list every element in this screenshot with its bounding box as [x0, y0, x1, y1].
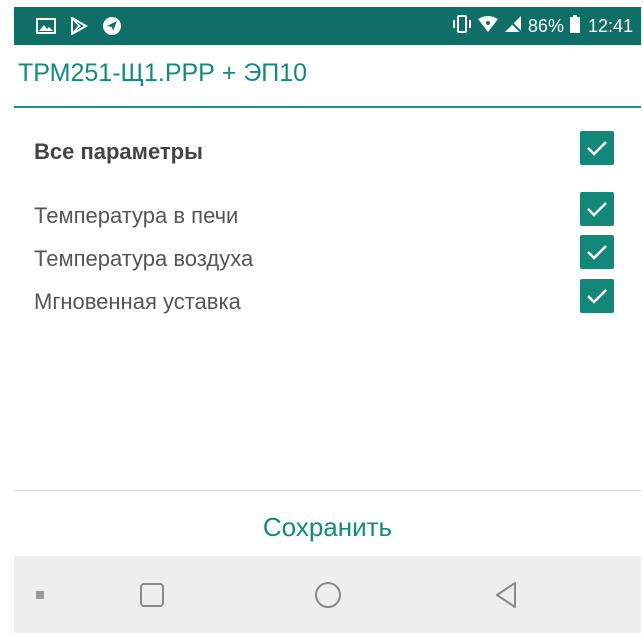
- menu-dot-icon[interactable]: [30, 556, 50, 633]
- list-item-label: Температура в печи: [34, 203, 239, 228]
- app-header: ТРМ251-Щ1.РРР + ЭП10: [14, 45, 641, 108]
- list-item-checkbox[interactable]: [580, 235, 614, 269]
- battery-icon: [569, 15, 580, 38]
- battery-percent: 86%: [527, 16, 564, 36]
- list-item-label: Температура воздуха: [34, 246, 254, 271]
- back-triangle-icon[interactable]: [480, 556, 532, 633]
- list-item-checkbox[interactable]: [580, 279, 614, 313]
- check-icon: [587, 141, 607, 156]
- list-item[interactable]: Температура воздуха: [14, 234, 641, 278]
- footer-divider: [14, 490, 641, 491]
- status-time: 12:41: [587, 16, 633, 36]
- list-item[interactable]: Температура в печи: [14, 190, 641, 234]
- check-icon: [587, 202, 607, 217]
- vibrate-icon: [452, 15, 472, 38]
- wifi-icon: [477, 16, 498, 37]
- play-store-icon: [70, 16, 89, 40]
- nav-bar: [14, 556, 641, 633]
- status-bar-left: [36, 16, 122, 41]
- list-item-checkbox[interactable]: [580, 192, 614, 226]
- page-title: ТРМ251-Щ1.РРР + ЭП10: [18, 59, 308, 87]
- app-screen: 86% 12:41 ТРМ251-Щ1.РРР + ЭП10 Все парам…: [0, 0, 643, 633]
- list-item[interactable]: Мгновенная уставка: [14, 278, 641, 322]
- gallery-icon: [36, 17, 56, 40]
- home-circle-icon[interactable]: [302, 556, 354, 633]
- check-icon: [587, 289, 607, 304]
- all-params-checkbox[interactable]: [580, 131, 614, 165]
- no-signal-icon: [504, 15, 522, 38]
- save-button[interactable]: Сохранить: [14, 498, 641, 556]
- status-bar-right: 86% 12:41: [452, 15, 633, 38]
- recents-square-icon[interactable]: [126, 556, 178, 633]
- check-icon: [587, 245, 607, 260]
- list-item-label: Мгновенная уставка: [34, 289, 241, 314]
- status-bar: 86% 12:41: [14, 7, 641, 45]
- all-params-label: Все параметры: [34, 139, 203, 164]
- all-params-row[interactable]: Все параметры: [14, 124, 641, 172]
- navigation-icon: [102, 16, 122, 41]
